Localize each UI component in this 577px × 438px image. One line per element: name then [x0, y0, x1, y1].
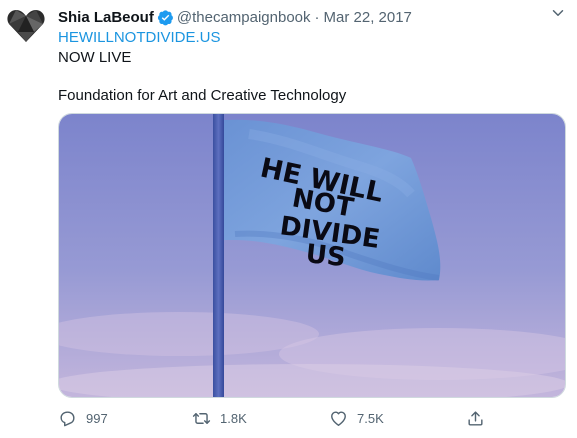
tweet-date[interactable]: Mar 22, 2017 [324, 9, 412, 26]
retweet-icon [192, 412, 211, 424]
tweet-media-image[interactable]: HE WILL NOT DIVIDE US [58, 113, 566, 398]
separator-dot: · [314, 8, 320, 26]
like-button[interactable]: 7.5K [329, 409, 384, 428]
tweet-link[interactable]: HEWILLNOTDIVIDE.US [58, 28, 346, 48]
avatar[interactable] [6, 6, 46, 46]
verified-badge-icon [157, 9, 173, 25]
tweet-text: HEWILLNOTDIVIDE.US NOW LIVE Foundation f… [58, 28, 346, 106]
retweet-button[interactable]: 1.8K [192, 409, 247, 428]
tweet-line-now-live: NOW LIVE [58, 48, 132, 66]
like-count: 7.5K [357, 410, 384, 426]
heart-icon [331, 410, 346, 426]
retweet-count: 1.8K [220, 410, 247, 426]
tweet-actions: 997 1.8K 7.5K [58, 407, 498, 429]
share-button[interactable] [466, 409, 485, 428]
reply-button[interactable]: 997 [58, 409, 108, 428]
reply-count: 997 [86, 410, 108, 426]
reply-icon [60, 410, 75, 426]
heart-avatar-icon [7, 10, 45, 42]
tweet-line-foundation: Foundation for Art and Creative Technolo… [58, 87, 347, 104]
chevron-down-icon[interactable] [549, 4, 567, 22]
flag-photo: HE WILL NOT DIVIDE US [59, 114, 565, 397]
author-handle[interactable]: @thecampaignbook [177, 9, 311, 26]
flag-text-line-4: US [304, 239, 347, 273]
tweet-header: Shia LaBeouf @thecampaignbook · Mar 22, … [58, 6, 569, 28]
author-name[interactable]: Shia LaBeouf [58, 9, 154, 26]
share-icon [468, 410, 483, 426]
